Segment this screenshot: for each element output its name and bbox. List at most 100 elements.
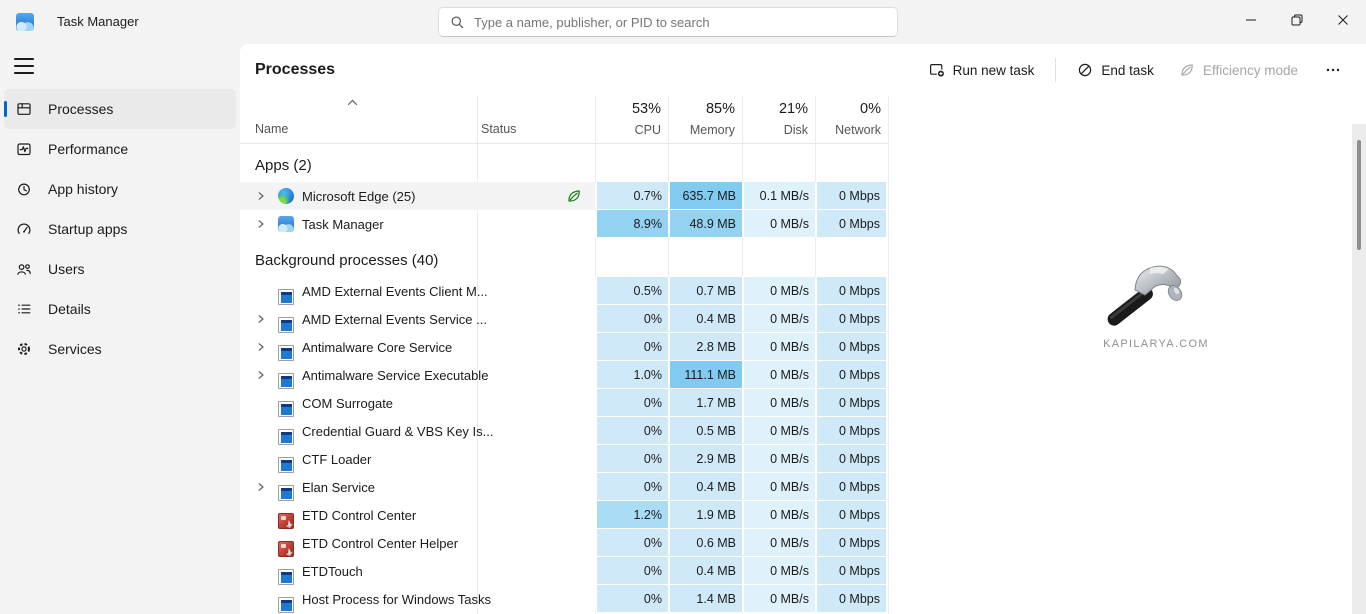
- heat-cells: 1.0% 111.1 MB 0 MB/s 0 Mbps: [595, 361, 888, 389]
- process-row[interactable]: Host Process for Windows Tasks 0% 1.4 MB…: [240, 585, 888, 613]
- performance-icon: [16, 141, 32, 157]
- expand-chevron-icon[interactable]: [256, 482, 266, 492]
- close-button[interactable]: [1320, 0, 1366, 40]
- column-header-cpu[interactable]: 53% CPU: [595, 96, 668, 144]
- memory-total: 85%: [706, 101, 735, 117]
- restore-button[interactable]: [1274, 0, 1320, 40]
- memory-value: 1.7 MB: [668, 389, 742, 417]
- more-options-button[interactable]: [1319, 57, 1347, 83]
- cpu-value: 0%: [595, 529, 668, 557]
- memory-value: 635.7 MB: [668, 182, 742, 210]
- process-icon: [278, 289, 294, 305]
- section-header[interactable]: Apps (2): [240, 144, 888, 182]
- process-row[interactable]: CTF Loader 0% 2.9 MB 0 MB/s 0 Mbps: [240, 445, 888, 473]
- section-header-label: Apps (2): [255, 157, 312, 174]
- heat-cells: 1.2% 1.9 MB 0 MB/s 0 Mbps: [595, 501, 888, 529]
- process-row[interactable]: Credential Guard & VBS Key Is... 0% 0.5 …: [240, 417, 888, 445]
- vertical-scrollbar[interactable]: [1352, 124, 1366, 614]
- heat-cells: 0% 2.9 MB 0 MB/s 0 Mbps: [595, 445, 888, 473]
- process-icon: [278, 188, 294, 204]
- process-row[interactable]: Task Manager 8.9% 48.9 MB 0 MB/s 0 Mbps: [240, 210, 888, 238]
- sort-ascending-icon: [347, 99, 358, 106]
- expand-chevron-icon[interactable]: [256, 191, 266, 201]
- memory-value: 0.7 MB: [668, 277, 742, 305]
- end-task-label: End task: [1101, 63, 1154, 78]
- process-icon: [278, 401, 294, 417]
- process-row[interactable]: AMD External Events Service ... 0% 0.4 M…: [240, 305, 888, 333]
- disk-total: 21%: [779, 101, 808, 117]
- sidebar-item-label: Details: [48, 301, 91, 317]
- process-name: Microsoft Edge (25): [302, 189, 415, 204]
- heat-cells: 0% 1.7 MB 0 MB/s 0 Mbps: [595, 389, 888, 417]
- section-header[interactable]: Background processes (40): [240, 238, 888, 277]
- column-header-memory[interactable]: 85% Memory: [668, 96, 742, 144]
- sidebar-item-users[interactable]: Users: [4, 249, 236, 289]
- network-value: 0 Mbps: [815, 210, 888, 238]
- process-row[interactable]: COM Surrogate 0% 1.7 MB 0 MB/s 0 Mbps: [240, 389, 888, 417]
- process-row[interactable]: ETD Control Center 1.2% 1.9 MB 0 MB/s 0 …: [240, 501, 888, 529]
- heat-cells: 0.5% 0.7 MB 0 MB/s 0 Mbps: [595, 277, 888, 305]
- search-input[interactable]: [474, 15, 886, 30]
- heat-cells: 0% 0.4 MB 0 MB/s 0 Mbps: [595, 473, 888, 501]
- sidebar-item-app-history[interactable]: App history: [4, 169, 236, 209]
- memory-value: 0.5 MB: [668, 417, 742, 445]
- sidebar-item-details[interactable]: Details: [4, 289, 236, 329]
- network-value: 0 Mbps: [815, 557, 888, 585]
- process-icon: [278, 569, 294, 585]
- network-value: 0 Mbps: [815, 182, 888, 210]
- process-icon: [278, 429, 294, 445]
- expand-chevron-icon[interactable]: [256, 219, 266, 229]
- expand-chevron-icon[interactable]: [256, 314, 266, 324]
- navigation-menu-button[interactable]: [14, 58, 34, 74]
- titlebar: Task Manager: [0, 0, 1366, 44]
- column-header-status[interactable]: Status: [481, 122, 516, 136]
- process-row[interactable]: ETDTouch 0% 0.4 MB 0 MB/s 0 Mbps: [240, 557, 888, 585]
- toolbar: Run new task End task Efficiency mode: [925, 44, 1347, 96]
- disk-value: 0 MB/s: [742, 417, 815, 445]
- column-header-name[interactable]: Name: [255, 122, 288, 136]
- network-value: 0 Mbps: [815, 585, 888, 613]
- network-value: 0 Mbps: [815, 333, 888, 361]
- watermark: KAPILARYA.COM: [1093, 260, 1219, 350]
- search-box[interactable]: [438, 7, 898, 37]
- process-row[interactable]: Antimalware Core Service 0% 2.8 MB 0 MB/…: [240, 333, 888, 361]
- efficiency-mode-button[interactable]: Efficiency mode: [1175, 57, 1302, 83]
- page-title: Processes: [255, 44, 335, 96]
- network-value: 0 Mbps: [815, 445, 888, 473]
- sidebar-item-startup-apps[interactable]: Startup apps: [4, 209, 236, 249]
- column-header-network[interactable]: 0% Network: [815, 96, 888, 144]
- memory-value: 1.9 MB: [668, 501, 742, 529]
- process-row[interactable]: AMD External Events Client M... 0.5% 0.7…: [240, 277, 888, 305]
- run-new-task-button[interactable]: Run new task: [925, 57, 1039, 83]
- expand-chevron-icon[interactable]: [256, 370, 266, 380]
- memory-value: 0.4 MB: [668, 557, 742, 585]
- sidebar-item-label: App history: [48, 181, 118, 197]
- process-row[interactable]: Antimalware Service Executable 1.0% 111.…: [240, 361, 888, 389]
- end-task-button[interactable]: End task: [1073, 57, 1158, 83]
- process-icon: [278, 317, 294, 333]
- disk-value: 0 MB/s: [742, 501, 815, 529]
- process-row[interactable]: Microsoft Edge (25) 0.7% 635.7 MB 0.1 MB…: [240, 182, 888, 210]
- disk-value: 0.1 MB/s: [742, 182, 815, 210]
- process-icon: [278, 373, 294, 389]
- disk-value: 0 MB/s: [742, 445, 815, 473]
- scrollbar-thumb[interactable]: [1357, 140, 1361, 250]
- expand-chevron-icon[interactable]: [256, 342, 266, 352]
- sidebar-item-processes[interactable]: Processes: [4, 89, 236, 129]
- minimize-button[interactable]: [1228, 0, 1274, 40]
- disk-value: 0 MB/s: [742, 529, 815, 557]
- sidebar-item-services[interactable]: Services: [4, 329, 236, 369]
- network-value: 0 Mbps: [815, 473, 888, 501]
- section-header-label: Background processes (40): [255, 252, 438, 269]
- heat-cells: 0% 0.4 MB 0 MB/s 0 Mbps: [595, 557, 888, 585]
- cpu-value: 0%: [595, 389, 668, 417]
- disk-value: 0 MB/s: [742, 210, 815, 238]
- hammer-icon: [1093, 260, 1189, 336]
- sidebar-item-performance[interactable]: Performance: [4, 129, 236, 169]
- memory-value: 0.4 MB: [668, 473, 742, 501]
- cpu-value: 0%: [595, 585, 668, 613]
- process-row[interactable]: ETD Control Center Helper 0% 0.6 MB 0 MB…: [240, 529, 888, 557]
- memory-value: 2.8 MB: [668, 333, 742, 361]
- process-row[interactable]: Elan Service 0% 0.4 MB 0 MB/s 0 Mbps: [240, 473, 888, 501]
- column-header-disk[interactable]: 21% Disk: [742, 96, 815, 144]
